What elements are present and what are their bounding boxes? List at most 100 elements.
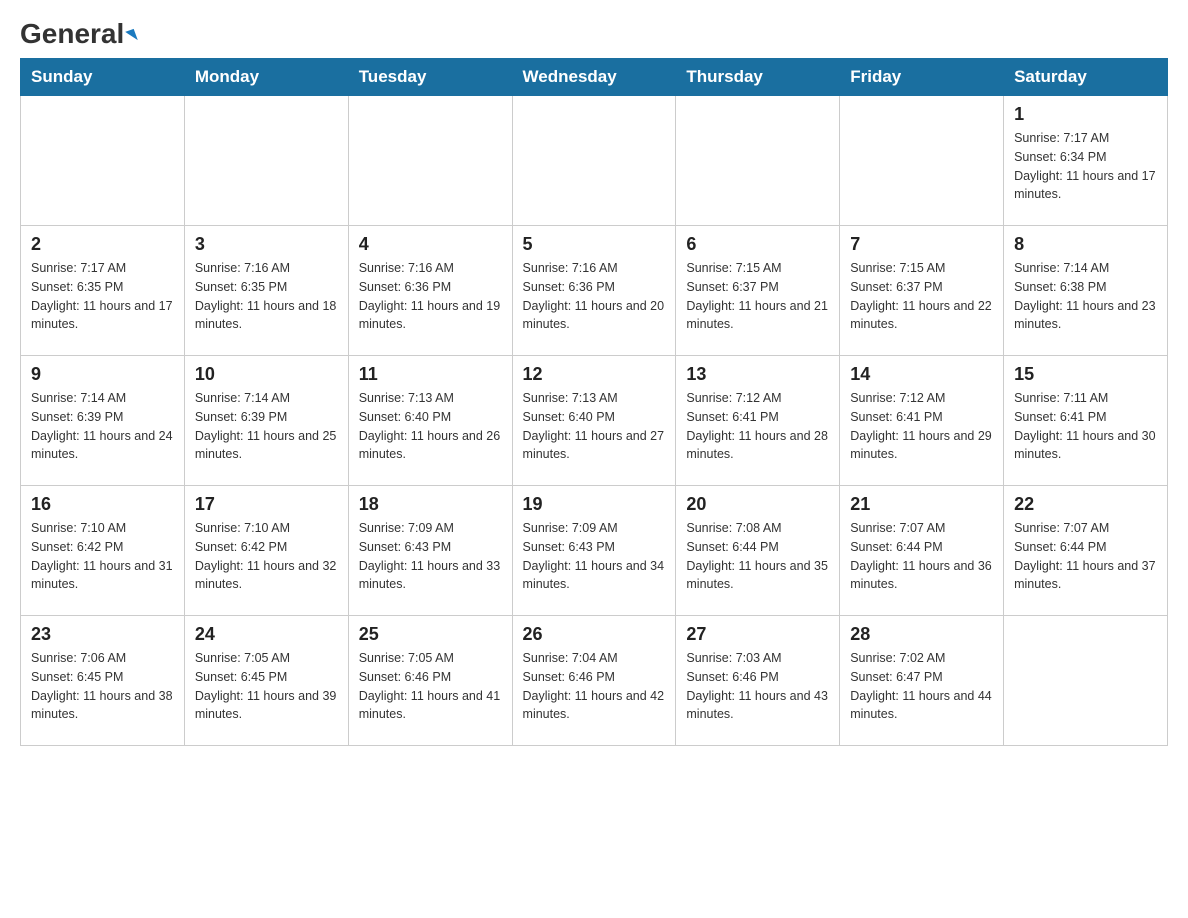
day-info: Sunrise: 7:16 AM Sunset: 6:36 PM Dayligh… bbox=[523, 259, 666, 334]
day-info: Sunrise: 7:14 AM Sunset: 6:38 PM Dayligh… bbox=[1014, 259, 1157, 334]
day-info: Sunrise: 7:09 AM Sunset: 6:43 PM Dayligh… bbox=[523, 519, 666, 594]
day-number: 7 bbox=[850, 234, 993, 255]
day-info: Sunrise: 7:05 AM Sunset: 6:45 PM Dayligh… bbox=[195, 649, 338, 724]
week-row-1: 1Sunrise: 7:17 AM Sunset: 6:34 PM Daylig… bbox=[21, 96, 1168, 226]
day-info: Sunrise: 7:04 AM Sunset: 6:46 PM Dayligh… bbox=[523, 649, 666, 724]
week-row-3: 9 Sunrise: 7:14 AM Sunset: 6:39 PM Daylig… bbox=[21, 356, 1168, 486]
day-info: Sunrise: 7:10 AM Sunset: 6:42 PM Dayligh… bbox=[31, 519, 174, 594]
logo-arrow-icon bbox=[126, 28, 139, 42]
day-info: Sunrise: 7:06 AM Sunset: 6:45 PM Dayligh… bbox=[31, 649, 174, 724]
day-number: 10 bbox=[195, 364, 338, 385]
day-cell: 19 Sunrise: 7:09 AM Sunset: 6:43 PM Dayli… bbox=[512, 486, 676, 616]
day-cell: 8 Sunrise: 7:14 AM Sunset: 6:38 PM Daylig… bbox=[1004, 226, 1168, 356]
header-cell-monday: Monday bbox=[184, 59, 348, 96]
day-number: 12 bbox=[523, 364, 666, 385]
day-info: Sunrise: 7:08 AM Sunset: 6:44 PM Dayligh… bbox=[686, 519, 829, 594]
day-number: 13 bbox=[686, 364, 829, 385]
day-info: Sunrise: 7:17 AM Sunset: 6:34 PM Dayligh… bbox=[1014, 129, 1157, 204]
day-number: 5 bbox=[523, 234, 666, 255]
day-number: 11 bbox=[359, 364, 502, 385]
day-cell: 14 Sunrise: 7:12 AM Sunset: 6:41 PM Dayli… bbox=[840, 356, 1004, 486]
day-number: 27 bbox=[686, 624, 829, 645]
day-number: 15 bbox=[1014, 364, 1157, 385]
day-number: 3 bbox=[195, 234, 338, 255]
day-cell: 17 Sunrise: 7:10 AM Sunset: 6:42 PM Dayli… bbox=[184, 486, 348, 616]
day-number: 21 bbox=[850, 494, 993, 515]
day-cell: 11 Sunrise: 7:13 AM Sunset: 6:40 PM Dayli… bbox=[348, 356, 512, 486]
logo-general-text: General bbox=[20, 20, 136, 48]
day-info: Sunrise: 7:14 AM Sunset: 6:39 PM Dayligh… bbox=[31, 389, 174, 464]
day-number: 8 bbox=[1014, 234, 1157, 255]
day-number: 25 bbox=[359, 624, 502, 645]
week-row-5: 23 Sunrise: 7:06 AM Sunset: 6:45 PM Dayli… bbox=[21, 616, 1168, 746]
day-cell: 6 Sunrise: 7:15 AM Sunset: 6:37 PM Daylig… bbox=[676, 226, 840, 356]
day-info: Sunrise: 7:17 AM Sunset: 6:35 PM Dayligh… bbox=[31, 259, 174, 334]
day-info: Sunrise: 7:10 AM Sunset: 6:42 PM Dayligh… bbox=[195, 519, 338, 594]
day-cell: 28Sunrise: 7:02 AM Sunset: 6:47 PM Dayli… bbox=[840, 616, 1004, 746]
day-number: 6 bbox=[686, 234, 829, 255]
day-number: 26 bbox=[523, 624, 666, 645]
day-cell: 3 Sunrise: 7:16 AM Sunset: 6:35 PM Daylig… bbox=[184, 226, 348, 356]
day-cell bbox=[348, 96, 512, 226]
day-number: 19 bbox=[523, 494, 666, 515]
day-info: Sunrise: 7:07 AM Sunset: 6:44 PM Dayligh… bbox=[850, 519, 993, 594]
day-cell: 21 Sunrise: 7:07 AM Sunset: 6:44 PM Dayli… bbox=[840, 486, 1004, 616]
day-cell: 1Sunrise: 7:17 AM Sunset: 6:34 PM Daylig… bbox=[1004, 96, 1168, 226]
header-cell-sunday: Sunday bbox=[21, 59, 185, 96]
header-cell-tuesday: Tuesday bbox=[348, 59, 512, 96]
day-info: Sunrise: 7:15 AM Sunset: 6:37 PM Dayligh… bbox=[686, 259, 829, 334]
week-row-4: 16 Sunrise: 7:10 AM Sunset: 6:42 PM Dayli… bbox=[21, 486, 1168, 616]
day-number: 2 bbox=[31, 234, 174, 255]
day-number: 18 bbox=[359, 494, 502, 515]
day-cell bbox=[21, 96, 185, 226]
calendar-body: 1Sunrise: 7:17 AM Sunset: 6:34 PM Daylig… bbox=[21, 96, 1168, 746]
day-cell: 22 Sunrise: 7:07 AM Sunset: 6:44 PM Dayli… bbox=[1004, 486, 1168, 616]
day-number: 4 bbox=[359, 234, 502, 255]
header-cell-wednesday: Wednesday bbox=[512, 59, 676, 96]
day-info: Sunrise: 7:11 AM Sunset: 6:41 PM Dayligh… bbox=[1014, 389, 1157, 464]
day-info: Sunrise: 7:14 AM Sunset: 6:39 PM Dayligh… bbox=[195, 389, 338, 464]
day-info: Sunrise: 7:16 AM Sunset: 6:36 PM Dayligh… bbox=[359, 259, 502, 334]
day-number: 14 bbox=[850, 364, 993, 385]
day-cell: 24 Sunrise: 7:05 AM Sunset: 6:45 PM Dayli… bbox=[184, 616, 348, 746]
day-number: 22 bbox=[1014, 494, 1157, 515]
day-info: Sunrise: 7:16 AM Sunset: 6:35 PM Dayligh… bbox=[195, 259, 338, 334]
header-cell-friday: Friday bbox=[840, 59, 1004, 96]
logo: General bbox=[20, 20, 136, 48]
day-cell bbox=[1004, 616, 1168, 746]
day-cell: 16 Sunrise: 7:10 AM Sunset: 6:42 PM Dayli… bbox=[21, 486, 185, 616]
day-cell bbox=[676, 96, 840, 226]
day-info: Sunrise: 7:07 AM Sunset: 6:44 PM Dayligh… bbox=[1014, 519, 1157, 594]
day-cell bbox=[184, 96, 348, 226]
day-info: Sunrise: 7:12 AM Sunset: 6:41 PM Dayligh… bbox=[850, 389, 993, 464]
day-cell: 4 Sunrise: 7:16 AM Sunset: 6:36 PM Daylig… bbox=[348, 226, 512, 356]
day-number: 16 bbox=[31, 494, 174, 515]
day-cell: 15 Sunrise: 7:11 AM Sunset: 6:41 PM Dayli… bbox=[1004, 356, 1168, 486]
day-number: 17 bbox=[195, 494, 338, 515]
day-number: 23 bbox=[31, 624, 174, 645]
day-cell: 2 Sunrise: 7:17 AM Sunset: 6:35 PM Daylig… bbox=[21, 226, 185, 356]
day-cell: 23 Sunrise: 7:06 AM Sunset: 6:45 PM Dayli… bbox=[21, 616, 185, 746]
day-info: Sunrise: 7:05 AM Sunset: 6:46 PM Dayligh… bbox=[359, 649, 502, 724]
day-info: Sunrise: 7:15 AM Sunset: 6:37 PM Dayligh… bbox=[850, 259, 993, 334]
day-cell: 13 Sunrise: 7:12 AM Sunset: 6:41 PM Dayli… bbox=[676, 356, 840, 486]
day-cell: 27 Sunrise: 7:03 AM Sunset: 6:46 PM Dayli… bbox=[676, 616, 840, 746]
header-row: SundayMondayTuesdayWednesdayThursdayFrid… bbox=[21, 59, 1168, 96]
day-number: 9 bbox=[31, 364, 174, 385]
day-number: 28 bbox=[850, 624, 993, 645]
header-cell-thursday: Thursday bbox=[676, 59, 840, 96]
calendar-header: SundayMondayTuesdayWednesdayThursdayFrid… bbox=[21, 59, 1168, 96]
day-cell: 20 Sunrise: 7:08 AM Sunset: 6:44 PM Dayli… bbox=[676, 486, 840, 616]
day-cell: 9 Sunrise: 7:14 AM Sunset: 6:39 PM Daylig… bbox=[21, 356, 185, 486]
day-cell: 25 Sunrise: 7:05 AM Sunset: 6:46 PM Dayli… bbox=[348, 616, 512, 746]
week-row-2: 2 Sunrise: 7:17 AM Sunset: 6:35 PM Daylig… bbox=[21, 226, 1168, 356]
page-header: General bbox=[20, 20, 1168, 48]
day-number: 20 bbox=[686, 494, 829, 515]
calendar-table: SundayMondayTuesdayWednesdayThursdayFrid… bbox=[20, 58, 1168, 746]
day-info: Sunrise: 7:03 AM Sunset: 6:46 PM Dayligh… bbox=[686, 649, 829, 724]
day-info: Sunrise: 7:13 AM Sunset: 6:40 PM Dayligh… bbox=[359, 389, 502, 464]
day-cell: 18Sunrise: 7:09 AM Sunset: 6:43 PM Dayli… bbox=[348, 486, 512, 616]
day-number: 24 bbox=[195, 624, 338, 645]
day-cell: 7 Sunrise: 7:15 AM Sunset: 6:37 PM Daylig… bbox=[840, 226, 1004, 356]
day-info: Sunrise: 7:12 AM Sunset: 6:41 PM Dayligh… bbox=[686, 389, 829, 464]
